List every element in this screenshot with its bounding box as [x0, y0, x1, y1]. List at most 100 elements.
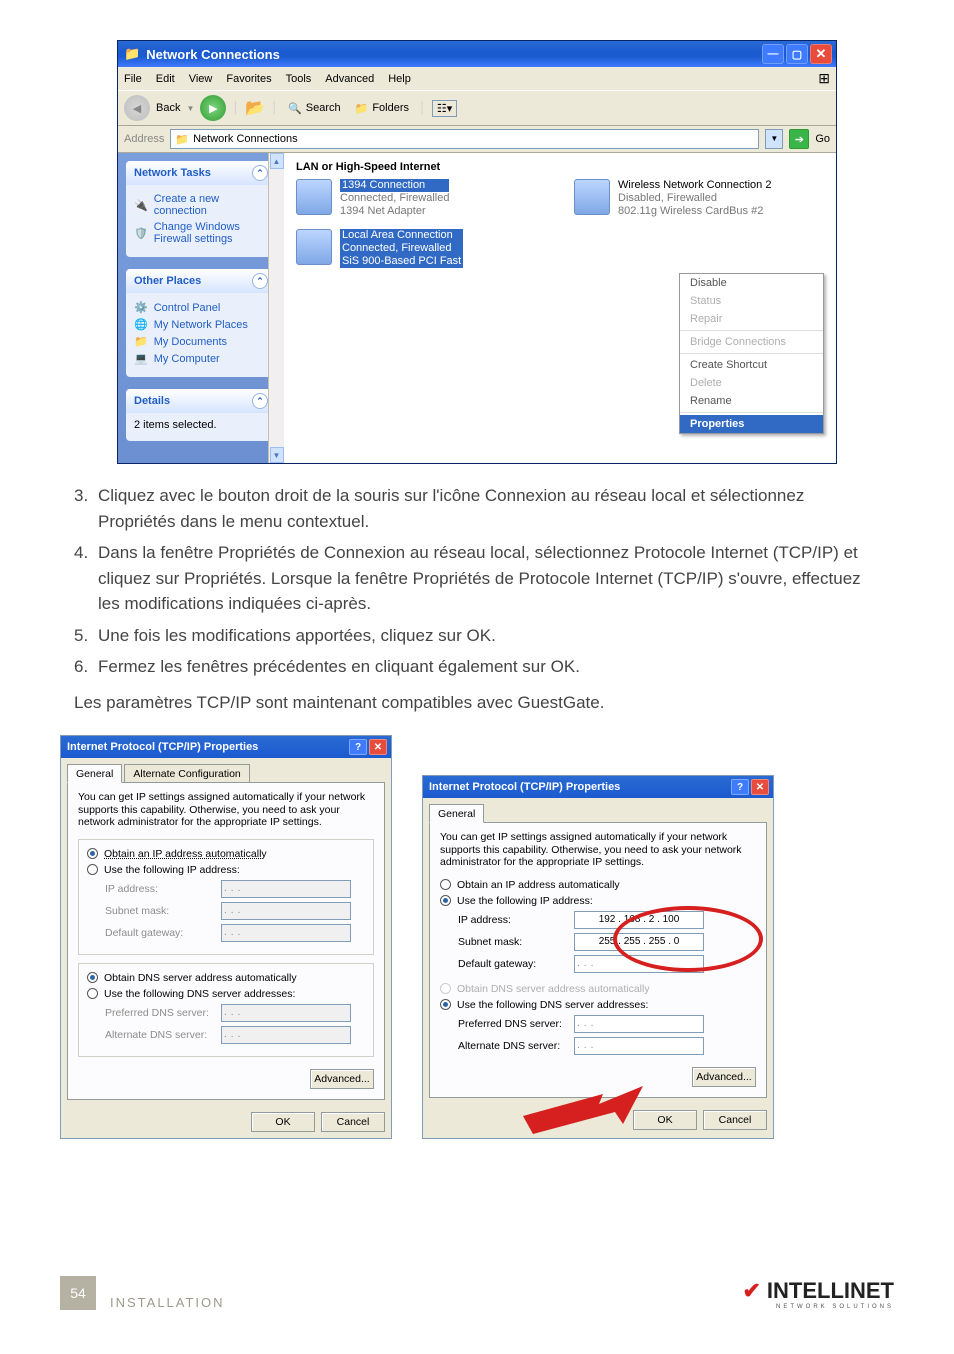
my-documents-link[interactable]: 📁My Documents: [134, 333, 268, 350]
folders-label: Folders: [372, 102, 409, 114]
menu-help[interactable]: Help: [388, 73, 411, 85]
page-number: 54: [60, 1276, 96, 1310]
sidebar-scrollbar[interactable]: ▲▼: [268, 153, 284, 463]
other-places-title: Other Places: [134, 275, 201, 287]
menu-file[interactable]: File: [124, 73, 142, 85]
ctx-delete[interactable]: Delete: [680, 374, 823, 392]
radio-auto-dns-label: Obtain DNS server address automatically: [104, 972, 297, 984]
radio-auto-ip[interactable]: [87, 848, 98, 859]
ctx-bridge[interactable]: Bridge Connections: [680, 333, 823, 351]
close-button[interactable]: ✕: [369, 739, 387, 755]
ctx-repair[interactable]: Repair: [680, 310, 823, 328]
ctx-rename[interactable]: Rename: [680, 392, 823, 410]
folder-icon: 📁: [355, 102, 369, 115]
menu-view[interactable]: View: [189, 73, 213, 85]
help-button[interactable]: ?: [349, 739, 367, 755]
back-button[interactable]: ◀: [124, 95, 150, 121]
network-places-label: My Network Places: [154, 319, 248, 331]
address-dropdown[interactable]: ▼: [765, 129, 783, 149]
control-panel-link[interactable]: ⚙️Control Panel: [134, 299, 268, 316]
ctx-shortcut[interactable]: Create Shortcut: [680, 356, 823, 374]
connection-lan[interactable]: Local Area Connection Connected, Firewal…: [296, 229, 546, 269]
ip-label: IP address:: [458, 914, 568, 926]
search-button[interactable]: 🔍Search: [284, 100, 345, 117]
dns1-input[interactable]: ...: [574, 1015, 704, 1033]
menu-advanced[interactable]: Advanced: [325, 73, 374, 85]
computer-icon: 💻: [134, 352, 148, 365]
dns2-label: Alternate DNS server:: [105, 1029, 215, 1041]
collapse-icon[interactable]: ⌃: [252, 393, 268, 409]
address-value: Network Connections: [193, 133, 298, 145]
collapse-icon[interactable]: ⌃: [252, 165, 268, 181]
firewall-settings-link[interactable]: 🛡️Change Windows Firewall settings: [134, 219, 268, 247]
collapse-icon[interactable]: ⌃: [252, 273, 268, 289]
tab-general[interactable]: General: [429, 804, 484, 823]
connection-1394[interactable]: 1394 Connection Connected, Firewalled 13…: [296, 179, 546, 219]
check-icon: ✔: [742, 1278, 760, 1304]
network-adapter-icon: [296, 229, 332, 265]
mask-input: ...: [221, 902, 351, 920]
radio-manual-dns[interactable]: [87, 988, 98, 999]
folders-button[interactable]: 📁Folders: [351, 100, 413, 117]
tab-alternate[interactable]: Alternate Configuration: [124, 764, 249, 782]
radio-manual-ip-label: Use the following IP address:: [104, 864, 240, 876]
views-button[interactable]: ☷▾: [432, 100, 457, 117]
network-tasks-title: Network Tasks: [134, 167, 211, 179]
help-button[interactable]: ?: [731, 779, 749, 795]
close-button[interactable]: ✕: [751, 779, 769, 795]
radio-auto-ip[interactable]: [440, 879, 451, 890]
ok-button[interactable]: OK: [251, 1112, 315, 1132]
dropdown-icon[interactable]: ▼: [186, 104, 194, 113]
network-adapter-icon: [296, 179, 332, 215]
forward-button[interactable]: ▶: [200, 95, 226, 121]
step-num: 5.: [74, 623, 98, 649]
menu-tools[interactable]: Tools: [286, 73, 312, 85]
scroll-up-icon[interactable]: ▲: [270, 153, 284, 169]
tab-general[interactable]: General: [67, 764, 122, 783]
close-button[interactable]: ✕: [810, 44, 832, 64]
scroll-down-icon[interactable]: ▼: [270, 447, 284, 463]
folder-icon: 📁: [124, 46, 140, 62]
radio-manual-ip[interactable]: [87, 864, 98, 875]
connections-pane: LAN or High-Speed Internet 1394 Connecti…: [284, 153, 836, 463]
control-panel-label: Control Panel: [154, 302, 221, 314]
menu-edit[interactable]: Edit: [156, 73, 175, 85]
ctx-disable[interactable]: Disable: [680, 274, 823, 292]
toolbar: ◀ Back ▼ ▶ │ 📂 │ 🔍Search 📁Folders │ ☷▾: [118, 90, 836, 126]
page-footer: 54 INSTALLATION ✔INTELLINET NETWORK SOLU…: [60, 1276, 894, 1310]
radio-manual-dns[interactable]: [440, 999, 451, 1010]
maximize-button[interactable]: ▢: [786, 44, 808, 64]
network-connections-window: 📁 Network Connections — ▢ ✕ File Edit Vi…: [117, 40, 837, 464]
cancel-button[interactable]: Cancel: [703, 1110, 767, 1130]
ctx-status[interactable]: Status: [680, 292, 823, 310]
step-6: Fermez les fenêtres précédentes en cliqu…: [98, 654, 580, 680]
create-connection-link[interactable]: 🔌Create a new connection: [134, 191, 268, 219]
radio-manual-dns-label: Use the following DNS server addresses:: [457, 999, 648, 1011]
window-titlebar: 📁 Network Connections — ▢ ✕: [118, 41, 836, 67]
address-input[interactable]: 📁 Network Connections: [170, 129, 759, 149]
radio-manual-ip[interactable]: [440, 895, 451, 906]
network-places-link[interactable]: 🌐My Network Places: [134, 316, 268, 333]
up-icon[interactable]: 📂: [245, 98, 265, 118]
menu-favorites[interactable]: Favorites: [226, 73, 271, 85]
annotation-arrow-icon: [523, 1086, 643, 1136]
conn-status: Disabled, Firewalled: [618, 192, 771, 205]
dns2-input[interactable]: ...: [574, 1037, 704, 1055]
address-bar: Address 📁 Network Connections ▼ ➔ Go: [118, 126, 836, 153]
minimize-button[interactable]: —: [762, 44, 784, 64]
advanced-button[interactable]: Advanced...: [692, 1067, 756, 1087]
dialog-title: Internet Protocol (TCP/IP) Properties: [429, 781, 620, 793]
cancel-button[interactable]: Cancel: [321, 1112, 385, 1132]
go-button[interactable]: ➔: [789, 129, 809, 149]
ip-label: IP address:: [105, 883, 215, 895]
radio-auto-dns[interactable]: [87, 972, 98, 983]
ctx-properties[interactable]: Properties: [680, 415, 823, 433]
wireless-adapter-icon: [574, 179, 610, 215]
firewall-settings-label: Change Windows Firewall settings: [154, 221, 268, 245]
menubar: File Edit View Favorites Tools Advanced …: [118, 67, 836, 90]
conn-status: Connected, Firewalled: [340, 242, 463, 255]
conn-device: 1394 Net Adapter: [340, 205, 449, 218]
connection-wireless[interactable]: Wireless Network Connection 2 Disabled, …: [574, 179, 824, 219]
advanced-button[interactable]: Advanced...: [310, 1069, 374, 1089]
my-computer-link[interactable]: 💻My Computer: [134, 350, 268, 367]
